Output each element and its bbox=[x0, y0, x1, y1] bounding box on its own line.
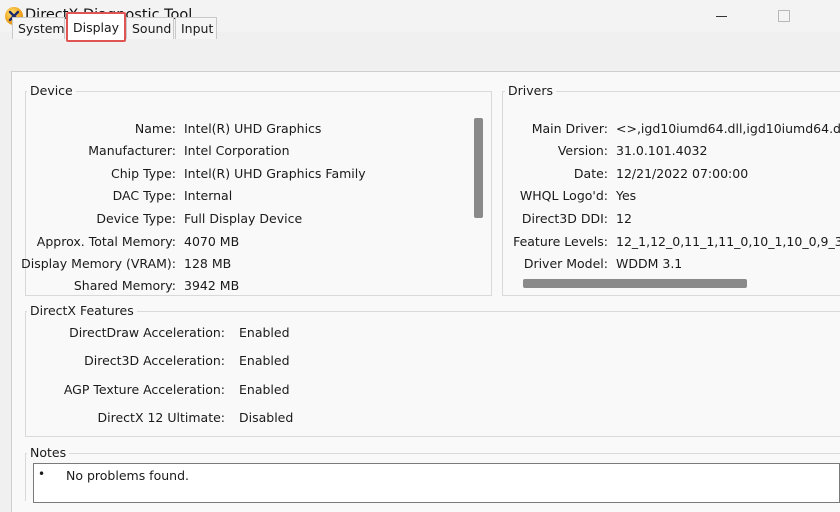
feature-row-directdraw: DirectDraw Acceleration: Enabled bbox=[0, 324, 400, 342]
driver-label: Date: bbox=[573, 166, 608, 181]
driver-value: Yes bbox=[616, 188, 637, 203]
feature-row-direct3d: Direct3D Acceleration: Enabled bbox=[0, 352, 400, 370]
device-group-title: Device bbox=[27, 83, 76, 98]
feature-value: Disabled bbox=[239, 410, 294, 425]
driver-value: 12/21/2022 07:00:00 bbox=[616, 166, 749, 181]
driver-row-feature-levels: Feature Levels: 12_1,12_0,11_1,11_0,10_1… bbox=[0, 233, 840, 251]
notes-text: No problems found. bbox=[66, 468, 189, 483]
driver-label: Feature Levels: bbox=[513, 234, 608, 249]
feature-label: Direct3D Acceleration: bbox=[84, 353, 225, 368]
feature-value: Enabled bbox=[239, 382, 290, 397]
feature-row-dx12-ultimate: DirectX 12 Ultimate: Disabled bbox=[0, 409, 400, 427]
maximize-button[interactable] bbox=[760, 0, 806, 32]
driver-row-version: Version: 31.0.101.4032 bbox=[0, 142, 840, 160]
directx-features-title: DirectX Features bbox=[27, 303, 137, 318]
driver-value: 12_1,12_0,11_1,11_0,10_1,10_0,9_3,9_2 bbox=[616, 234, 840, 249]
drivers-scrollbar[interactable] bbox=[523, 279, 747, 288]
feature-label: DirectDraw Acceleration: bbox=[69, 325, 225, 340]
drivers-group-title: Drivers bbox=[505, 83, 556, 98]
driver-row-date: Date: 12/21/2022 07:00:00 bbox=[0, 165, 840, 183]
minimize-button[interactable] bbox=[698, 0, 744, 32]
tab-display[interactable]: Display bbox=[66, 12, 126, 42]
driver-row-direct3d-ddi: Direct3D DDI: 12 bbox=[0, 210, 840, 228]
driver-label: Main Driver: bbox=[531, 121, 608, 136]
driver-row-main-driver: Main Driver: <>,igd10iumd64.dll,igd10ium… bbox=[0, 120, 840, 138]
tab-input[interactable]: Input bbox=[175, 17, 217, 39]
feature-label: DirectX 12 Ultimate: bbox=[97, 410, 225, 425]
driver-value: 31.0.101.4032 bbox=[616, 143, 708, 158]
driver-row-whql: WHQL Logo'd: Yes bbox=[0, 187, 840, 205]
device-label: Shared Memory: bbox=[73, 278, 176, 293]
feature-label: AGP Texture Acceleration: bbox=[63, 382, 225, 397]
driver-label: Driver Model: bbox=[523, 256, 608, 271]
device-row-shared-memory: Shared Memory: 3942 MB bbox=[0, 277, 520, 295]
driver-value: <>,igd10iumd64.dll,igd10iumd64.dll,igo bbox=[616, 121, 840, 136]
driver-value: WDDM 3.1 bbox=[616, 256, 683, 271]
driver-value: 12 bbox=[616, 211, 632, 226]
driver-label: WHQL Logo'd: bbox=[519, 188, 608, 203]
notes-textbox[interactable]: • No problems found. bbox=[33, 463, 840, 503]
device-value: 3942 MB bbox=[184, 278, 240, 293]
notes-group-title: Notes bbox=[27, 445, 70, 460]
driver-label: Direct3D DDI: bbox=[521, 211, 608, 226]
feature-value: Enabled bbox=[239, 353, 290, 368]
tab-sound[interactable]: Sound bbox=[126, 17, 174, 39]
feature-row-agp-texture: AGP Texture Acceleration: Enabled bbox=[0, 381, 400, 399]
driver-label: Version: bbox=[557, 143, 608, 158]
driver-row-driver-model: Driver Model: WDDM 3.1 bbox=[0, 255, 840, 273]
tab-system[interactable]: System bbox=[12, 17, 65, 39]
notes-bullet: • bbox=[38, 467, 46, 481]
feature-value: Enabled bbox=[239, 325, 290, 340]
